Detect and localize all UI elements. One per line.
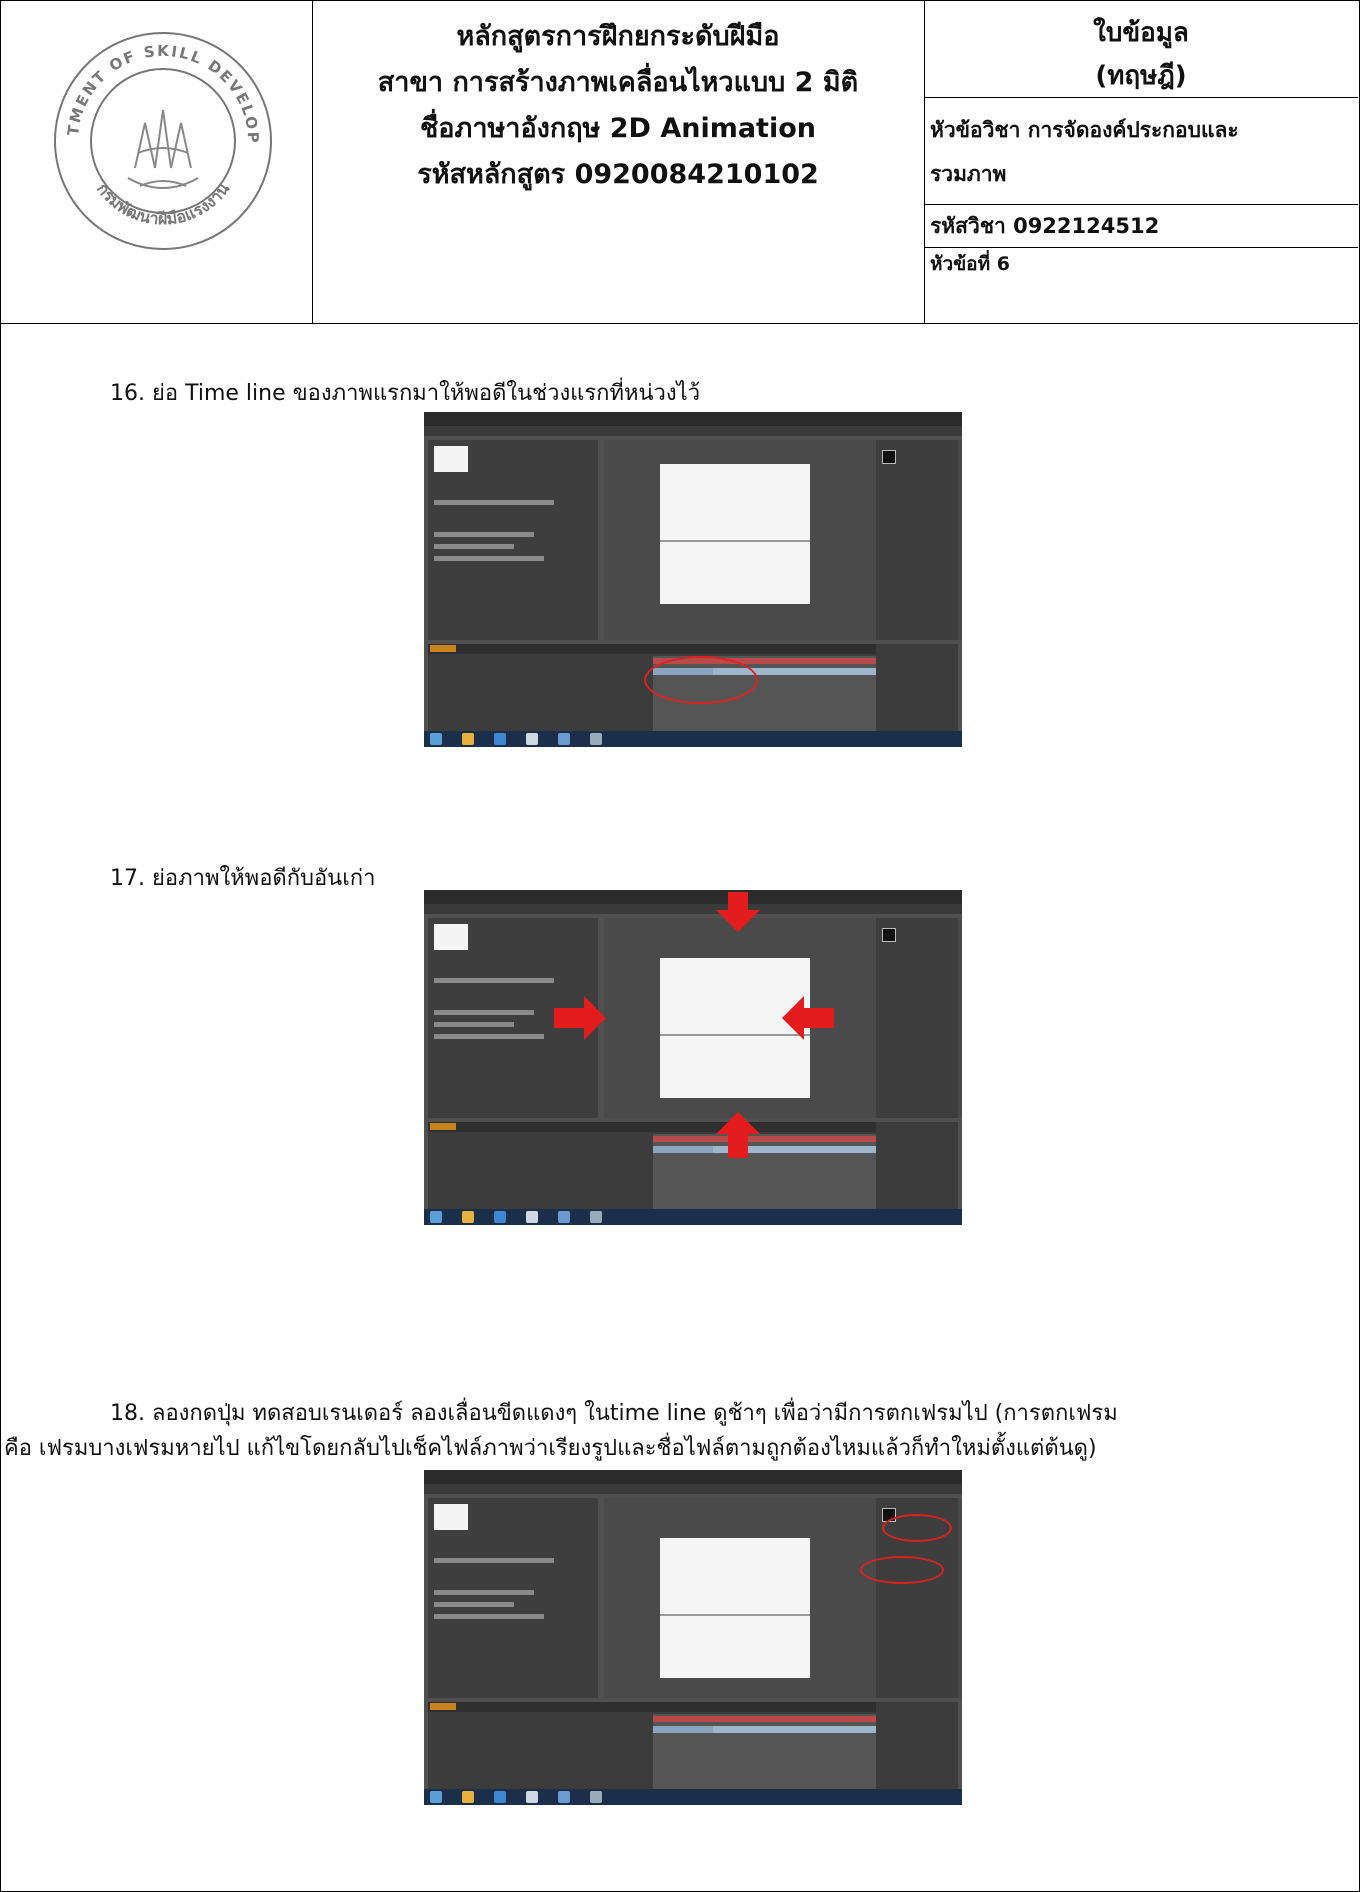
course-line: สาขา การสร้างภาพเคลื่อนไหวแบบ 2 มิติ xyxy=(377,67,859,98)
topic-number-row: หัวข้อที่ 6 xyxy=(924,247,1358,281)
svg-text:DEPARTMENT OF SKILL DEVELOPMEN: DEPARTMENT OF SKILL DEVELOPMENT xyxy=(50,28,262,145)
arrow-up-icon xyxy=(716,1112,760,1158)
course-line: รหัสหลักสูตร 0920084210102 xyxy=(417,159,819,190)
step-17-text: 17. ย่อภาพให้พอดีกับอันเก่า xyxy=(110,866,376,891)
step-18-text-line-1: 18. ลองกดปุ่ม ทดสอบเรนเดอร์ ลองเลื่อนขีด… xyxy=(110,1401,1118,1426)
document-header: DEPARTMENT OF SKILL DEVELOPMENT กรมพัฒนา… xyxy=(0,0,1358,324)
subject-code: รหัสวิชา 0922124512 xyxy=(930,214,1160,238)
sheet-title-line: ใบข้อมูล xyxy=(1093,18,1189,48)
course-title-block: หลักสูตรการฝึกยกระดับฝีมือ สาขา การสร้าง… xyxy=(312,14,924,198)
topic-number: หัวข้อที่ 6 xyxy=(930,253,1010,275)
highlight-ellipse xyxy=(644,656,758,704)
screenshot-step-17 xyxy=(424,890,962,1225)
subject-name-line: รวมภาพ xyxy=(930,162,1007,186)
screenshot-step-18 xyxy=(424,1470,962,1805)
subject-name-row: หัวข้อวิชา การจัดองค์ประกอบและ รวมภาพ xyxy=(924,97,1358,204)
step-18-text-line-2: คือ เฟรมบางเฟรมหายไป แก้ไขโดยกลับไปเช็คไ… xyxy=(4,1436,1097,1461)
arrow-left-icon xyxy=(782,996,834,1040)
arrow-down-icon xyxy=(716,892,760,932)
sheet-title-line: (ทฤษฎี) xyxy=(1095,61,1187,91)
resize-arrows-overlay xyxy=(554,892,834,1158)
course-line: ชื่อภาษาอังกฤษ 2D Animation xyxy=(419,113,816,144)
svg-text:กรมพัฒนาฝีมือแรงงาน: กรมพัฒนาฝีมือแรงงาน xyxy=(93,179,233,228)
department-seal-logo: DEPARTMENT OF SKILL DEVELOPMENT กรมพัฒนา… xyxy=(50,28,272,250)
subject-code-row: รหัสวิชา 0922124512 xyxy=(924,204,1358,247)
highlight-ellipse xyxy=(882,1514,952,1542)
course-line: หลักสูตรการฝึกยกระดับฝีมือ xyxy=(456,21,780,52)
subject-name-line: หัวข้อวิชา การจัดองค์ประกอบและ xyxy=(930,118,1239,142)
highlight-ellipse xyxy=(860,1556,944,1584)
sheet-title: ใบข้อมูล (ทฤษฎี) xyxy=(924,0,1358,97)
arrow-right-icon xyxy=(554,996,606,1040)
info-sheet-block: ใบข้อมูล (ทฤษฎี) หัวข้อวิชา การจัดองค์ปร… xyxy=(924,0,1358,281)
screenshot-step-16 xyxy=(424,412,962,747)
step-16-text: 16. ย่อ Time line ของภาพแรกมาให้พอดีในช่… xyxy=(110,381,701,406)
